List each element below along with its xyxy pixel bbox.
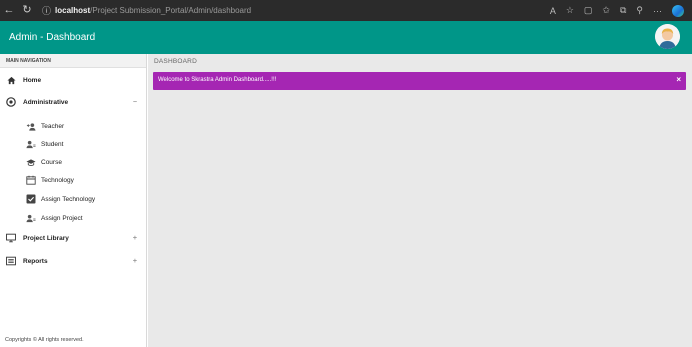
expand-toggle[interactable]: + — [133, 258, 137, 265]
home-icon — [6, 75, 16, 85]
site-info-icon[interactable]: ⓘ — [42, 4, 51, 17]
copyright-text: Copyrights © All rights reserved. — [5, 337, 84, 343]
monitor-icon — [6, 233, 16, 243]
welcome-alert: Welcome to Skrastra Admin Dashboard.....… — [153, 72, 686, 90]
read-aloud-icon[interactable]: A — [550, 6, 556, 16]
sidebar-item-teacher[interactable]: Teacher — [0, 117, 146, 135]
sidebar-item-label: Administrative — [23, 98, 69, 106]
sidebar-item-label: Reports — [23, 257, 48, 265]
refresh-icon[interactable]: ↻ — [18, 0, 36, 21]
collections-icon[interactable]: ⧉ — [620, 5, 626, 16]
add-user-icon — [26, 121, 36, 131]
sidebar-item-home[interactable]: Home — [0, 71, 146, 89]
address-host: localhost — [55, 6, 91, 15]
favorite-icon[interactable]: ☆ — [566, 5, 574, 16]
users-icon — [26, 213, 36, 223]
sidebar-item-administrative[interactable]: Administrative − — [0, 93, 146, 111]
address-path: /Project Submission_Portal/Admin/dashboa… — [90, 6, 252, 15]
sidebar-header: MAIN NAVIGATION — [0, 54, 146, 68]
graduation-cap-icon — [26, 157, 36, 167]
sidebar-item-label: Teacher — [41, 122, 65, 130]
sidebar-item-label: Assign Technology — [41, 195, 96, 203]
split-screen-icon[interactable]: ▢ — [584, 5, 593, 16]
sidebar-item-student[interactable]: Student — [0, 135, 146, 153]
sidebar-item-project-library[interactable]: Project Library + — [0, 229, 146, 247]
sidebar-item-label: Course — [41, 158, 62, 166]
sidebar-item-label: Project Library — [23, 234, 69, 242]
settings-icon — [6, 97, 16, 107]
sidebar-item-label: Home — [23, 76, 42, 84]
browser-toolbar: ← ↻ ⓘ localhost /Project Submission_Port… — [0, 0, 692, 21]
extensions-icon[interactable]: ⚲ — [636, 5, 643, 16]
app-header: Admin - Dashboard — [0, 21, 692, 54]
close-icon[interactable]: × — [676, 75, 681, 84]
main-content: DASHBOARD Welcome to Skrastra Admin Dash… — [148, 54, 692, 347]
sidebar-item-reports[interactable]: Reports + — [0, 252, 146, 270]
sidebar: MAIN NAVIGATION Home Administrative − Te… — [0, 54, 147, 347]
sidebar-item-assign-project[interactable]: Assign Project — [0, 209, 146, 227]
check-square-icon — [26, 194, 36, 204]
sidebar-item-label: Student — [41, 140, 64, 148]
list-icon — [6, 256, 16, 266]
back-icon[interactable]: ← — [0, 0, 18, 21]
collapse-toggle[interactable]: − — [133, 99, 137, 106]
favorites-bar-icon[interactable]: ✩ — [602, 5, 610, 16]
users-icon — [26, 139, 36, 149]
sidebar-item-label: Assign Project — [41, 214, 83, 222]
avatar[interactable] — [655, 24, 680, 49]
calendar-icon — [26, 175, 36, 185]
sidebar-item-label: Technology — [41, 176, 74, 184]
expand-toggle[interactable]: + — [133, 235, 137, 242]
edge-logo-icon[interactable] — [672, 4, 684, 17]
alert-message: Welcome to Skrastra Admin Dashboard.....… — [158, 77, 277, 83]
more-icon[interactable]: ··· — [653, 6, 662, 16]
sidebar-item-course[interactable]: Course — [0, 153, 146, 171]
page-title: DASHBOARD — [154, 58, 197, 65]
sidebar-item-assign-technology[interactable]: Assign Technology — [0, 190, 146, 208]
address-bar[interactable]: ⓘ localhost /Project Submission_Portal/A… — [42, 0, 251, 21]
app-title: Admin - Dashboard — [9, 32, 96, 43]
sidebar-item-technology[interactable]: Technology — [0, 171, 146, 189]
